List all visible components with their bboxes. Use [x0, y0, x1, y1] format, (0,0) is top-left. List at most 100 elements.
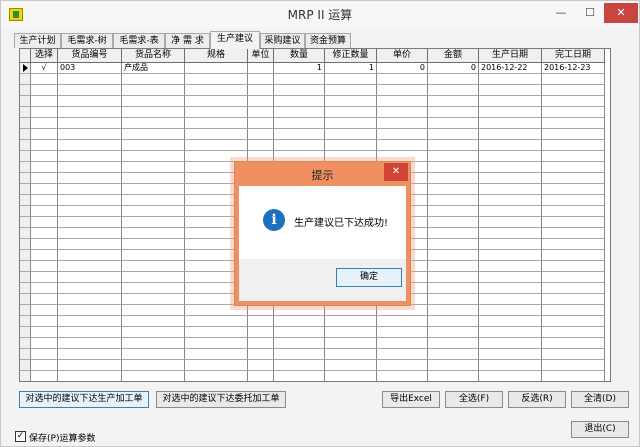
empty-grid-cell[interactable]: [274, 129, 325, 140]
close-button[interactable]: ✕: [604, 3, 638, 23]
empty-grid-cell[interactable]: [479, 195, 542, 206]
empty-grid-cell[interactable]: [542, 162, 605, 173]
empty-grid-cell[interactable]: [31, 283, 58, 294]
invert-selection-button[interactable]: 反选(R): [508, 391, 566, 408]
empty-grid-cell[interactable]: [248, 140, 274, 151]
empty-grid-cell[interactable]: [325, 96, 377, 107]
empty-grid-cell[interactable]: [248, 327, 274, 338]
row-indicator[interactable]: [20, 74, 31, 85]
empty-grid-cell[interactable]: [274, 305, 325, 316]
empty-grid-cell[interactable]: [58, 217, 122, 228]
empty-grid-cell[interactable]: [428, 360, 479, 371]
empty-grid-cell[interactable]: [185, 85, 248, 96]
empty-grid-cell[interactable]: [58, 371, 122, 381]
empty-grid-cell[interactable]: [31, 74, 58, 85]
row-indicator[interactable]: [20, 162, 31, 173]
empty-grid-cell[interactable]: [31, 96, 58, 107]
empty-grid-cell[interactable]: [325, 305, 377, 316]
empty-grid-cell[interactable]: [479, 140, 542, 151]
empty-grid-cell[interactable]: [479, 217, 542, 228]
tab-production-plan[interactable]: 生产计划: [14, 33, 61, 48]
empty-grid-cell[interactable]: [185, 360, 248, 371]
empty-grid-cell[interactable]: [479, 184, 542, 195]
row-indicator[interactable]: [20, 294, 31, 305]
empty-grid-cell[interactable]: [274, 74, 325, 85]
row-indicator[interactable]: [20, 206, 31, 217]
empty-grid-cell[interactable]: [479, 305, 542, 316]
empty-grid-cell[interactable]: [31, 118, 58, 129]
empty-grid-cell[interactable]: [428, 261, 479, 272]
row-indicator[interactable]: [20, 261, 31, 272]
save-params-checkbox[interactable]: ✓: [15, 431, 26, 442]
empty-grid-cell[interactable]: [542, 327, 605, 338]
tab-gross-demand-table[interactable]: 毛需求-表: [113, 33, 165, 48]
empty-grid-cell[interactable]: [428, 217, 479, 228]
empty-grid-cell[interactable]: [428, 140, 479, 151]
empty-grid-cell[interactable]: [122, 349, 185, 360]
row-indicator[interactable]: [20, 140, 31, 151]
empty-grid-cell[interactable]: [248, 338, 274, 349]
cell-select[interactable]: √: [31, 63, 58, 74]
row-indicator[interactable]: [20, 360, 31, 371]
cell-production-date[interactable]: 2016-12-22: [479, 63, 542, 74]
row-indicator[interactable]: [20, 305, 31, 316]
row-indicator[interactable]: [20, 118, 31, 129]
empty-grid-cell[interactable]: [377, 360, 428, 371]
empty-grid-cell[interactable]: [325, 327, 377, 338]
row-indicator[interactable]: [20, 195, 31, 206]
empty-grid-cell[interactable]: [58, 316, 122, 327]
empty-grid-cell[interactable]: [542, 195, 605, 206]
empty-grid-cell[interactable]: [325, 316, 377, 327]
empty-grid-cell[interactable]: [185, 305, 248, 316]
empty-grid-cell[interactable]: [122, 162, 185, 173]
empty-grid-cell[interactable]: [122, 371, 185, 381]
empty-grid-cell[interactable]: [542, 338, 605, 349]
empty-grid-cell[interactable]: [428, 195, 479, 206]
col-header-amount[interactable]: 金额: [428, 49, 479, 63]
empty-grid-cell[interactable]: [248, 107, 274, 118]
empty-grid-cell[interactable]: [248, 316, 274, 327]
empty-grid-cell[interactable]: [542, 371, 605, 381]
empty-grid-cell[interactable]: [377, 118, 428, 129]
empty-grid-cell[interactable]: [58, 118, 122, 129]
empty-grid-cell[interactable]: [31, 327, 58, 338]
cell-amount[interactable]: 0: [428, 63, 479, 74]
empty-grid-cell[interactable]: [31, 151, 58, 162]
row-indicator[interactable]: [20, 272, 31, 283]
empty-grid-cell[interactable]: [542, 96, 605, 107]
empty-grid-cell[interactable]: [325, 360, 377, 371]
empty-grid-cell[interactable]: [58, 173, 122, 184]
empty-grid-cell[interactable]: [248, 349, 274, 360]
row-indicator[interactable]: [20, 217, 31, 228]
empty-grid-cell[interactable]: [325, 129, 377, 140]
empty-grid-cell[interactable]: [428, 206, 479, 217]
row-indicator[interactable]: [20, 107, 31, 118]
empty-grid-cell[interactable]: [185, 140, 248, 151]
empty-grid-cell[interactable]: [122, 272, 185, 283]
empty-grid-cell[interactable]: [31, 338, 58, 349]
empty-grid-cell[interactable]: [479, 206, 542, 217]
empty-grid-cell[interactable]: [58, 184, 122, 195]
empty-grid-cell[interactable]: [31, 360, 58, 371]
empty-grid-cell[interactable]: [58, 294, 122, 305]
issue-outsourcing-order-button[interactable]: 对选中的建议下达委托加工单: [156, 391, 286, 408]
empty-grid-cell[interactable]: [428, 250, 479, 261]
empty-grid-cell[interactable]: [274, 338, 325, 349]
row-indicator[interactable]: [20, 283, 31, 294]
col-header-item-name[interactable]: 货品名称: [122, 49, 185, 63]
empty-grid-cell[interactable]: [185, 349, 248, 360]
col-header-unit[interactable]: 单位: [248, 49, 274, 63]
empty-grid-cell[interactable]: [58, 195, 122, 206]
empty-grid-cell[interactable]: [122, 96, 185, 107]
row-indicator[interactable]: [20, 371, 31, 381]
empty-grid-cell[interactable]: [428, 371, 479, 381]
empty-grid-cell[interactable]: [542, 74, 605, 85]
select-all-button[interactable]: 全选(F): [445, 391, 503, 408]
empty-grid-cell[interactable]: [31, 316, 58, 327]
empty-grid-cell[interactable]: [428, 239, 479, 250]
empty-grid-cell[interactable]: [428, 118, 479, 129]
tab-gross-demand-tree[interactable]: 毛需求-树: [61, 33, 113, 48]
cell-qty[interactable]: 1: [274, 63, 325, 74]
col-header-item-no[interactable]: 货品编号: [58, 49, 122, 63]
empty-grid-cell[interactable]: [377, 338, 428, 349]
